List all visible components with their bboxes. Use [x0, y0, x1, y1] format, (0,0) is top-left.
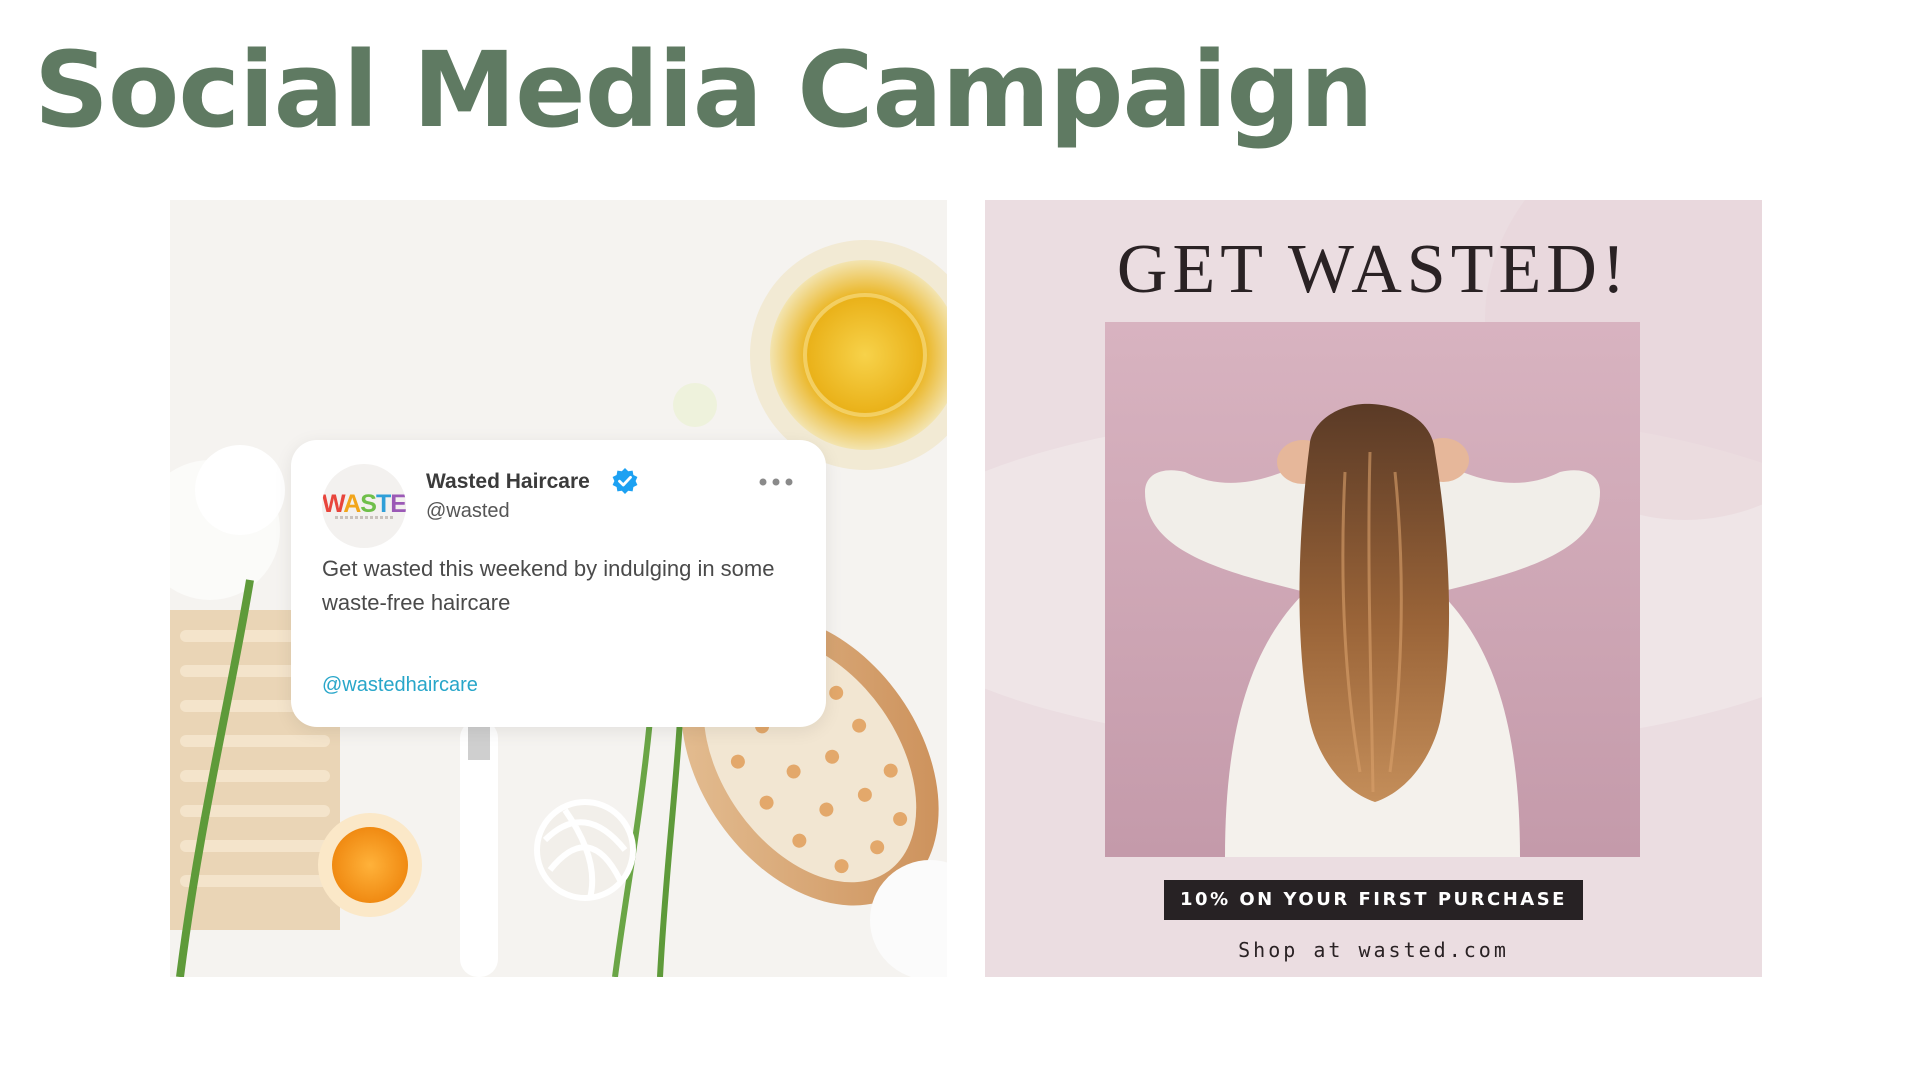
tweet-mention-link[interactable]: @wastedhaircare	[322, 674, 478, 697]
account-display-name[interactable]: Wasted Haircare	[426, 470, 590, 494]
more-options-icon[interactable]	[757, 476, 797, 488]
model-hair-photo	[1105, 322, 1640, 857]
promo-headline: GET WASTED!	[1116, 231, 1631, 308]
shop-url-text: Shop at wasted.com	[1238, 938, 1509, 962]
discount-badge: 10% ON YOUR FIRST PURCHASE	[1164, 880, 1583, 920]
promo-post-graphic: GET WASTED! 10% ON YOUR FIRST PURCHASE S…	[985, 200, 1762, 977]
tweet-body: Get wasted this weekend by indulging in …	[322, 556, 775, 615]
page-title: Social Media Campaign	[34, 29, 1374, 151]
tweet-post-graphic: WASTED Wasted Haircare @wasted Get waste…	[170, 200, 947, 977]
brand-logo-avatar[interactable]: WASTED	[322, 464, 406, 548]
brand-logo: WASTED	[322, 490, 406, 518]
tweet-card: WASTED Wasted Haircare @wasted Get waste…	[291, 440, 826, 727]
account-handle[interactable]: @wasted	[426, 500, 510, 523]
verified-badge-icon	[612, 468, 638, 494]
